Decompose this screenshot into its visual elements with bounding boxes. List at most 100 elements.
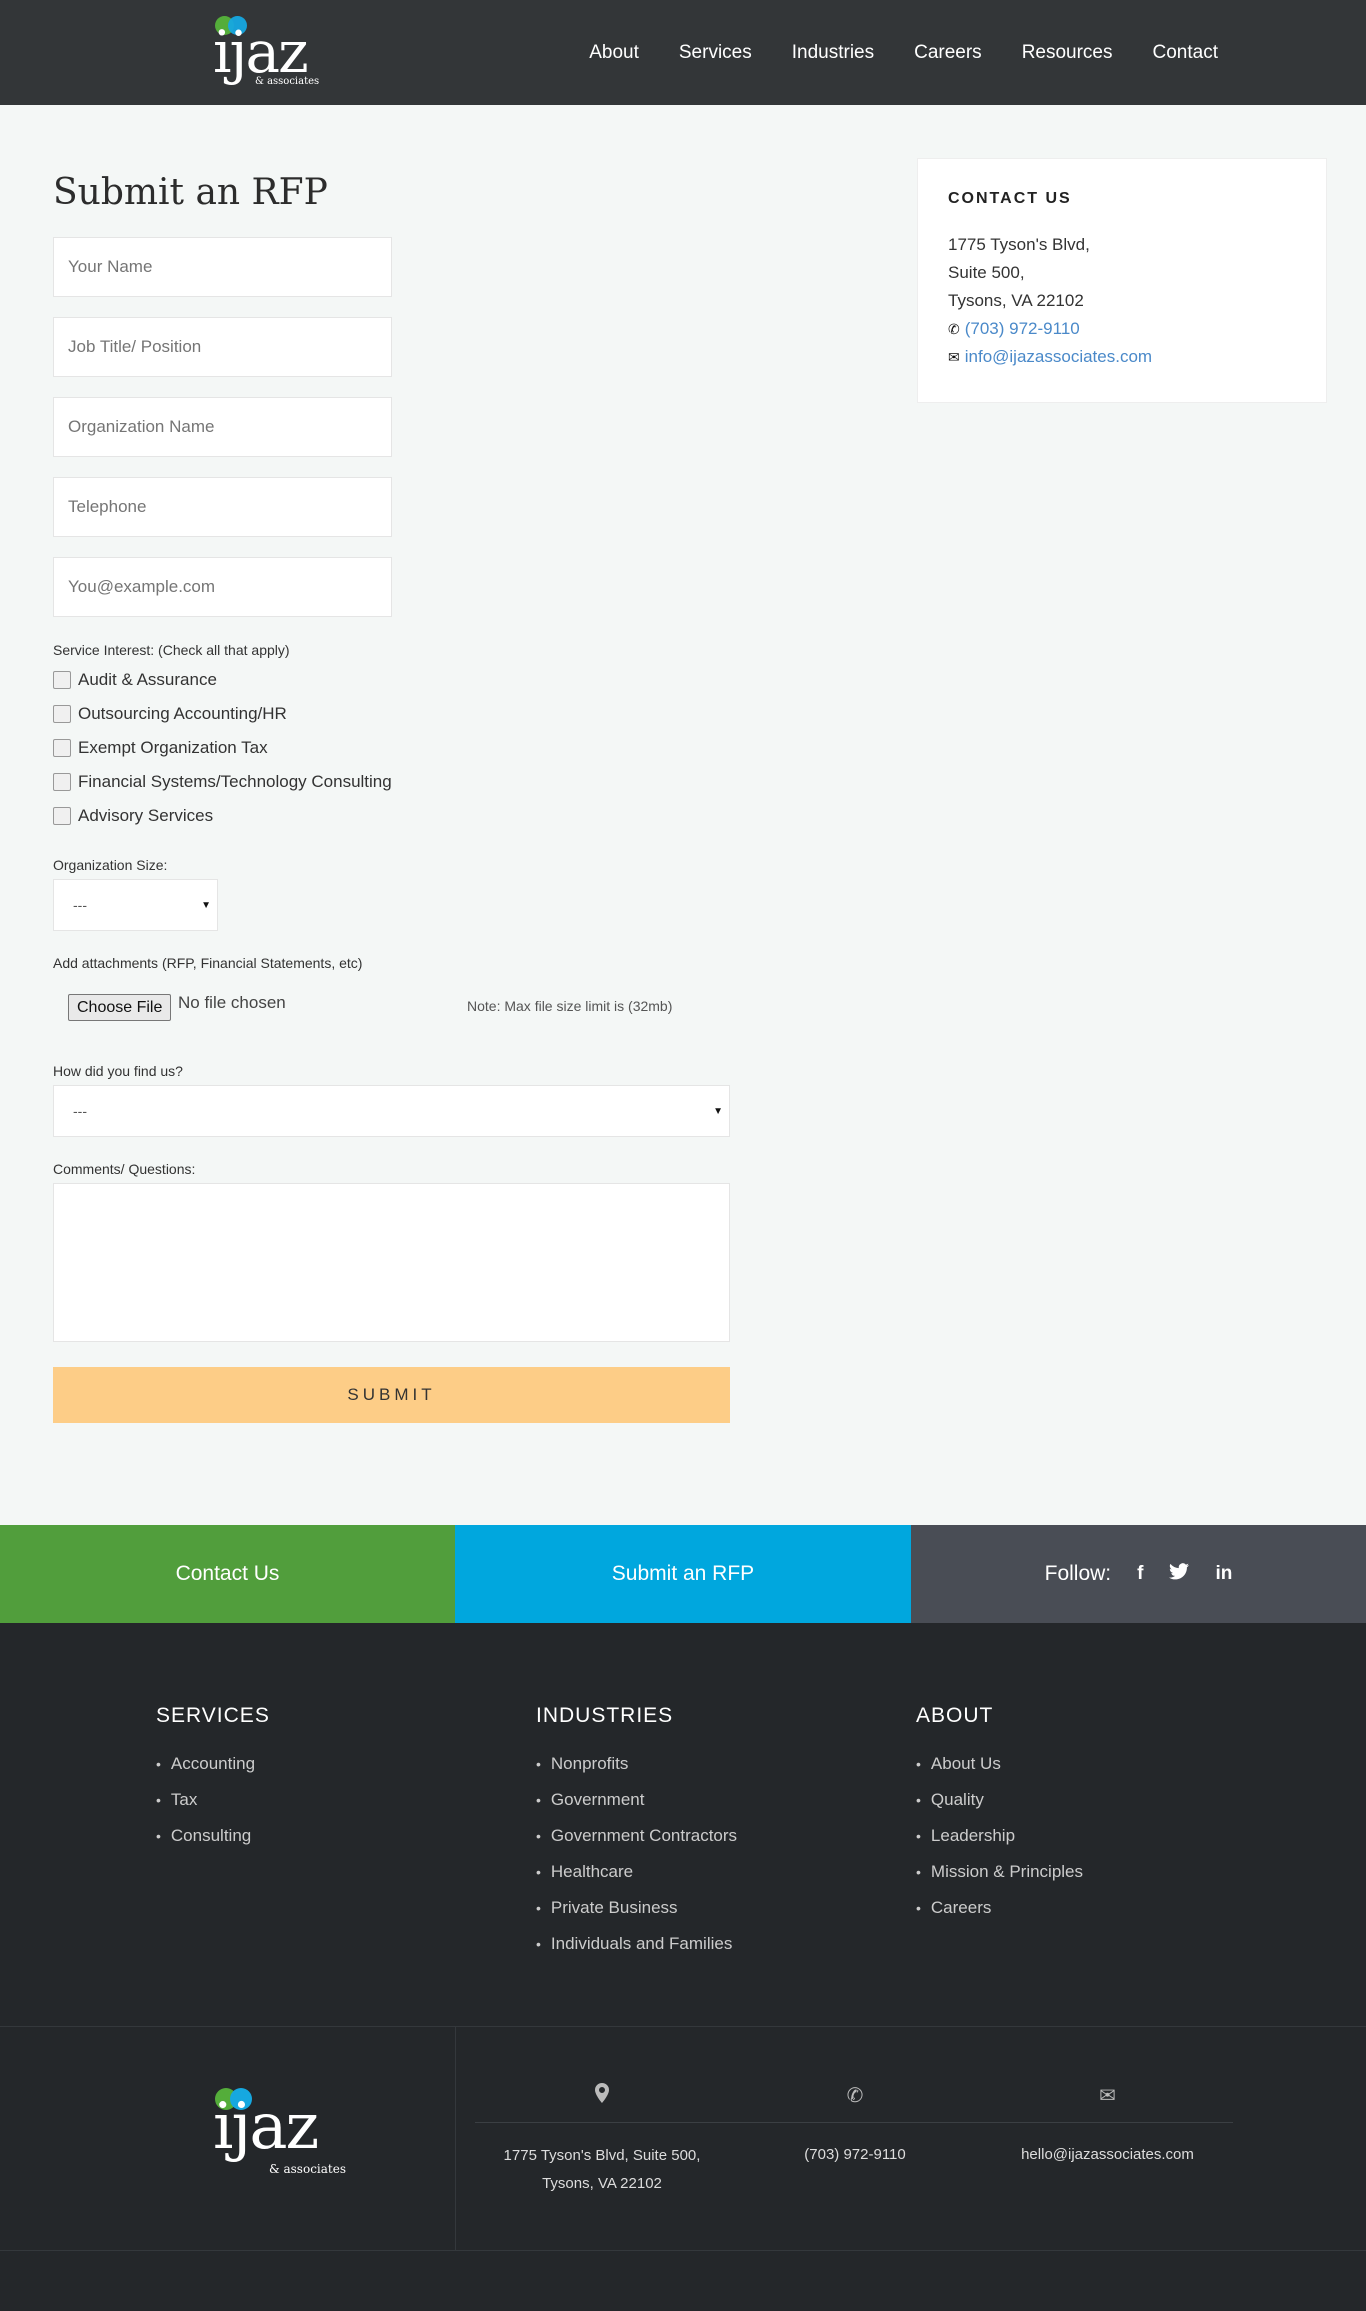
footer-about: ABOUT About Us Quality Leadership Missio… [916,1704,1083,1926]
service-option-label: Advisory Services [78,806,214,825]
file-status: No file chosen [178,993,286,1012]
footer-link[interactable]: Private Business [536,1890,737,1926]
service-option-label: Financial Systems/Technology Consulting [78,772,392,791]
footer-link[interactable]: Tax [156,1782,270,1818]
footer-link[interactable]: Healthcare [536,1854,737,1890]
address-line: Tysons, VA 22102 [948,291,1084,310]
footer-link[interactable]: Government [536,1782,737,1818]
twitter-icon[interactable] [1169,1562,1190,1586]
footer-email: ✉ hello@ijazassociates.com [990,2083,1225,2169]
footer-address: 1775 Tyson's Blvd, Suite 500, Tysons, VA… [477,2083,727,2198]
footer-divider [0,2026,1366,2027]
org-size-label: Organization Size: [53,857,168,873]
footer-phone-link[interactable]: (703) 972-9110 [755,2141,955,2169]
name-field[interactable] [53,237,392,297]
service-checkbox[interactable] [53,807,71,825]
service-option[interactable]: Audit & Assurance [53,669,217,691]
footer-link[interactable]: Mission & Principles [916,1854,1083,1890]
page-title: Submit an RFP [53,172,328,213]
footer-link[interactable]: Consulting [156,1818,270,1854]
service-checkbox[interactable] [53,705,71,723]
contact-email[interactable]: ✉ info@ijazassociates.com [948,347,1152,367]
linkedin-icon[interactable]: in [1215,1563,1232,1585]
phone-icon: ✆ [948,320,960,337]
contact-phone[interactable]: ✆ (703) 972-9110 [948,319,1080,339]
found-us-value: --- [73,1103,87,1119]
service-checkbox[interactable] [53,671,71,689]
logo-sub: & associates [269,2162,346,2176]
service-option[interactable]: Exempt Organization Tax [53,737,268,759]
follow-label: Follow: [1044,1562,1112,1585]
address-line: 1775 Tyson's Blvd, [948,235,1090,254]
contact-phone-link[interactable]: (703) 972-9110 [965,319,1080,339]
service-checkbox[interactable] [53,739,71,757]
org-size-value: --- [73,897,87,913]
footer-link[interactable]: Individuals and Families [536,1926,737,1962]
service-option-label: Audit & Assurance [78,670,217,689]
footer-divider [0,2250,1366,2251]
footer-divider [455,2026,456,2251]
footer-link[interactable]: Careers [916,1890,1083,1926]
footer-link[interactable]: Nonprofits [536,1746,737,1782]
service-option[interactable]: Financial Systems/Technology Consulting [53,771,392,793]
found-us-select[interactable]: --- ▼ [53,1085,730,1137]
footer-address-line: 1775 Tyson's Blvd, Suite 500, [503,2147,701,2164]
organization-field[interactable] [53,397,392,457]
service-checkbox[interactable] [53,773,71,791]
telephone-field[interactable] [53,477,392,537]
logo-word: ijaz [213,18,309,86]
envelope-icon: ✉ [948,348,960,365]
map-pin-icon [477,2083,727,2109]
service-option-label: Outsourcing Accounting/HR [78,704,287,723]
contact-card-title: CONTACT US [948,190,1072,207]
contact-card: CONTACT US 1775 Tyson's Blvd, Suite 500,… [917,158,1327,403]
contact-us-cta[interactable]: Contact Us [0,1525,455,1623]
facebook-icon[interactable]: f [1137,1563,1143,1585]
footer-services: SERVICES Accounting Tax Consulting [156,1704,270,1854]
comments-textarea[interactable] [53,1183,730,1342]
footer-link[interactable]: About Us [916,1746,1083,1782]
nav-careers[interactable]: Careers [914,42,982,64]
logo-word: ijaz [213,2090,319,2164]
submit-button[interactable]: SUBMIT [53,1367,730,1423]
caret-down-icon: ▼ [713,1106,723,1117]
nav-about[interactable]: About [589,42,639,64]
envelope-icon: ✉ [1099,2085,1116,2107]
file-size-note: Note: Max file size limit is (32mb) [467,998,673,1014]
footer-heading: ABOUT [916,1704,994,1727]
nav-resources[interactable]: Resources [1022,42,1113,64]
footer-link[interactable]: Accounting [156,1746,270,1782]
footer-email-link[interactable]: hello@ijazassociates.com [990,2141,1225,2169]
footer-logo[interactable]: ijaz & associates [213,2080,358,2190]
email-field[interactable] [53,557,392,617]
footer-link[interactable]: Leadership [916,1818,1083,1854]
contact-email-link[interactable]: info@ijazassociates.com [965,347,1152,367]
org-size-select[interactable]: --- ▼ [53,879,218,931]
job-title-field[interactable] [53,317,392,377]
comments-label: Comments/ Questions: [53,1161,196,1177]
phone-icon: ✆ [846,2085,864,2107]
caret-down-icon: ▼ [201,900,211,911]
address-line: Suite 500, [948,263,1025,282]
footer-industries: INDUSTRIES Nonprofits Government Governm… [536,1704,737,1962]
footer-link[interactable]: Quality [916,1782,1083,1818]
main-nav: About Services Industries Careers Resour… [589,42,1218,64]
footer-heading: INDUSTRIES [536,1704,674,1727]
nav-contact[interactable]: Contact [1153,42,1218,64]
nav-services[interactable]: Services [679,42,752,64]
service-option-label: Exempt Organization Tax [78,738,268,757]
footer-heading: SERVICES [156,1704,270,1727]
footer-info-rule [475,2122,1233,2123]
submit-rfp-cta[interactable]: Submit an RFP [455,1525,911,1623]
choose-file-button[interactable]: Choose File [68,994,172,1021]
footer-link[interactable]: Government Contractors [536,1818,737,1854]
service-option[interactable]: Advisory Services [53,805,213,827]
nav-industries[interactable]: Industries [792,42,874,64]
service-interest-label: Service Interest: (Check all that apply) [53,642,290,658]
footer-phone: ✆ (703) 972-9110 [755,2083,955,2169]
service-option[interactable]: Outsourcing Accounting/HR [53,703,287,725]
brand-logo[interactable]: ijaz & associates [213,14,323,92]
logo-sub: & associates [255,76,320,87]
site-header: ijaz & associates About Services Industr… [0,0,1366,105]
footer-address-line: Tysons, VA 22102 [542,2175,662,2192]
